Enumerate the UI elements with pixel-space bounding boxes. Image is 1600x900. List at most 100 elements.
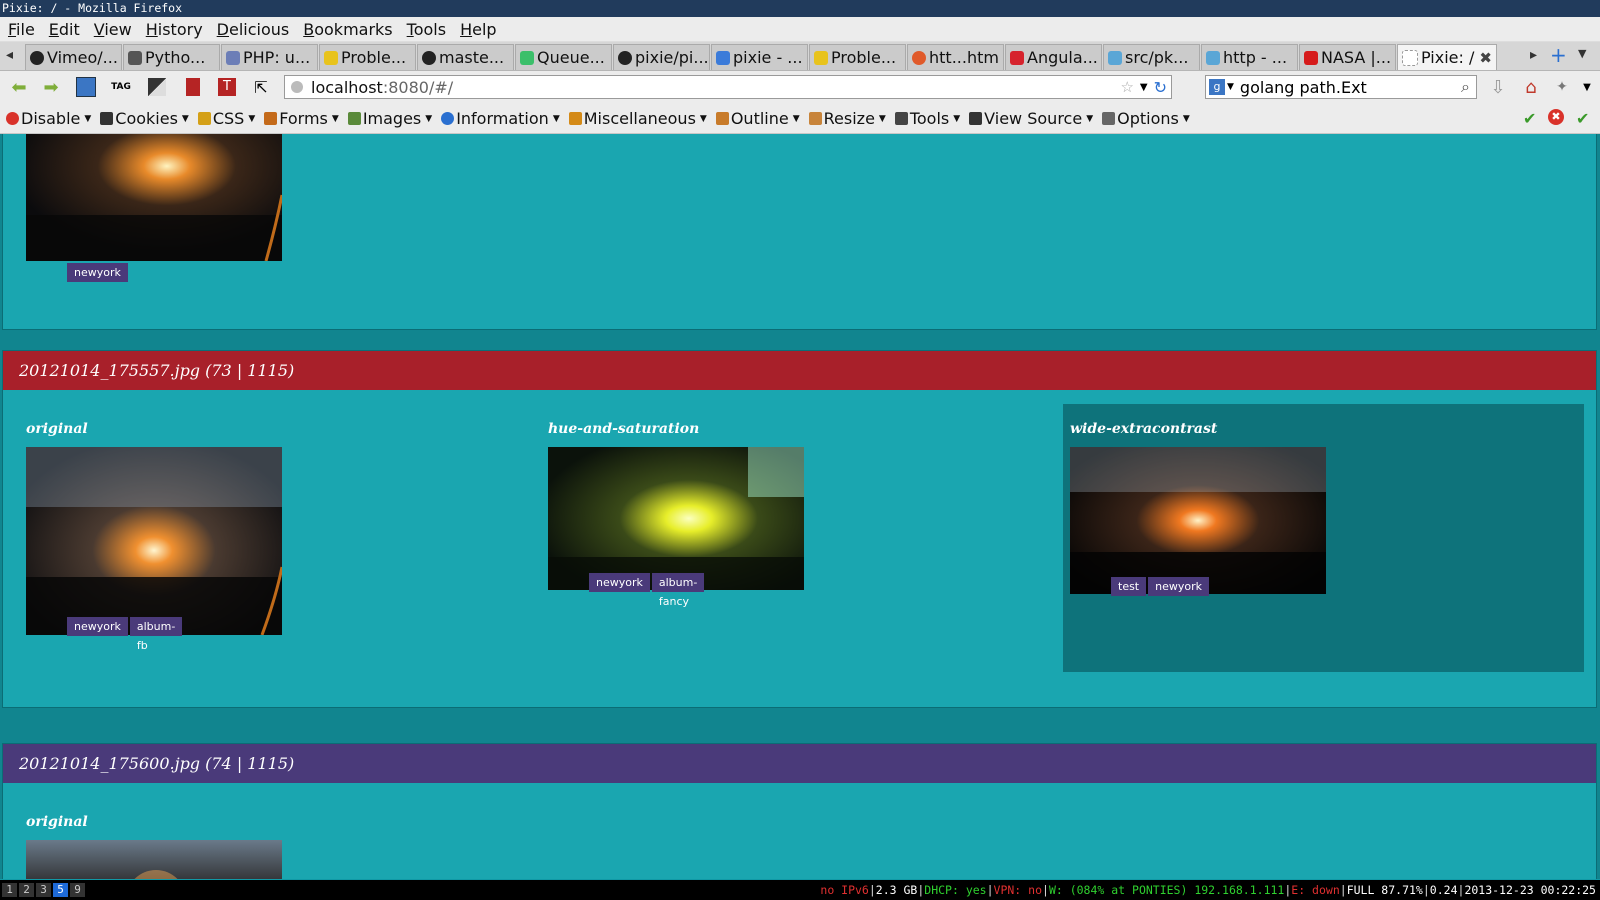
screenshot-icon[interactable] [146, 76, 168, 98]
github-icon [422, 50, 436, 65]
miscellaneous-icon [568, 112, 582, 125]
tab-angular[interactable]: Angula... [1005, 44, 1102, 70]
devtool-tools[interactable]: Tools ▼ [889, 109, 963, 128]
devtool-disable[interactable]: Disable ▼ [0, 109, 94, 128]
gopher-icon [1108, 50, 1122, 65]
variant-title: hue-and-saturation [548, 421, 700, 437]
menu-tools[interactable]: Tools [399, 20, 452, 39]
search-icon[interactable]: ⌕ [1461, 77, 1470, 97]
tag-icon[interactable]: TAG [110, 76, 132, 98]
tag[interactable]: newyork [589, 573, 650, 592]
delicious-icon[interactable]: T [216, 76, 238, 98]
forward-icon[interactable]: ➡ [40, 76, 62, 98]
variant-thumbnail[interactable] [26, 134, 282, 261]
download-icon[interactable]: ⇩ [1487, 76, 1509, 98]
site-identity-icon[interactable] [291, 81, 303, 93]
tab-pixie-github[interactable]: pixie/pi... [613, 44, 710, 70]
options-icon [1102, 112, 1116, 125]
tab-bar: ◂ Vimeo/... Pytho... PHP: u... Proble...… [0, 42, 1600, 71]
devtool-resize[interactable]: Resize ▼ [803, 109, 889, 128]
search-bar[interactable]: g ▼ golang path.Ext ⌕ [1205, 75, 1477, 99]
url-dropdown-icon[interactable]: ▼ [1140, 82, 1148, 93]
devtool-options[interactable]: Options ▼ [1096, 109, 1193, 128]
back-icon[interactable]: ⬅ [8, 76, 30, 98]
tab-problem-1[interactable]: Proble... [319, 44, 416, 70]
variant-thumbnail[interactable] [26, 447, 282, 635]
star-icon[interactable]: ☆ [1120, 78, 1133, 96]
devtool-cookies[interactable]: Cookies ▼ [94, 109, 192, 128]
html-error-icon[interactable]: ✖ [1548, 109, 1564, 125]
tab-scroll-right-icon[interactable]: ▸ [1530, 47, 1537, 63]
tab-scroll-left-icon[interactable]: ◂ [6, 47, 13, 63]
tab-list-icon[interactable]: ▼ [1578, 47, 1586, 60]
devtool-view-source[interactable]: View Source ▼ [963, 109, 1096, 128]
devtool-images[interactable]: Images ▼ [342, 109, 435, 128]
tag[interactable]: test [1111, 577, 1147, 596]
menu-history[interactable]: History [138, 20, 209, 39]
menu-help[interactable]: Help [452, 20, 502, 39]
js-valid-icon[interactable]: ✔ [1576, 109, 1589, 128]
loading-icon [912, 50, 926, 65]
youtube-icon [1304, 50, 1318, 65]
tab-pixie-active[interactable]: Pixie: / ✖ [1397, 44, 1497, 70]
tab-label: htt...htm [929, 48, 999, 67]
tab-htm[interactable]: htt...htm [907, 44, 1004, 70]
tab-problem-2[interactable]: Proble... [809, 44, 906, 70]
workspace-1[interactable]: 1 [2, 883, 17, 897]
menu-edit[interactable]: Edit [41, 20, 86, 39]
workspace-9[interactable]: 9 [70, 883, 85, 897]
share-icon[interactable]: ⇱ [250, 76, 272, 98]
book-icon[interactable] [182, 76, 204, 98]
search-input[interactable]: golang path.Ext [1240, 78, 1367, 97]
tag[interactable]: newyork [67, 617, 128, 636]
devtool-miscellaneous[interactable]: Miscellaneous ▼ [563, 109, 710, 128]
reload-icon[interactable]: ↻ [1154, 78, 1167, 97]
url-bar[interactable]: localhost:8080/#/ ☆ ▼ ↻ [284, 75, 1172, 99]
tag[interactable]: newyork [1148, 577, 1209, 596]
tag[interactable]: album-fancy [651, 573, 705, 608]
information-icon [441, 112, 455, 125]
menu-view[interactable]: View [86, 20, 138, 39]
tab-php[interactable]: PHP: u... [221, 44, 318, 70]
new-tab-icon[interactable]: + [1550, 43, 1567, 67]
tab-master[interactable]: maste... [417, 44, 514, 70]
devtool-outline[interactable]: Outline ▼ [710, 109, 803, 128]
css-icon [197, 112, 211, 125]
tab-label: Proble... [341, 48, 407, 67]
bookmark-sidebar-icon[interactable] [75, 76, 97, 98]
menu-delicious[interactable]: Delicious [209, 20, 296, 39]
tab-src-pkg[interactable]: src/pk... [1103, 44, 1200, 70]
home-icon[interactable]: ⌂ [1520, 76, 1542, 98]
toolbar-menu-icon[interactable]: ▼ [1576, 76, 1598, 98]
tag[interactable]: album-fb [129, 617, 183, 652]
tab-queue[interactable]: Queue... [515, 44, 612, 70]
variant-thumbnail[interactable] [1070, 447, 1326, 594]
tab-label: pixie - ... [733, 48, 803, 67]
tag-list: newyork album-fb [67, 617, 183, 652]
devtool-css[interactable]: CSS ▼ [192, 109, 258, 128]
menu-file[interactable]: File [0, 20, 41, 39]
tab-vimeo[interactable]: Vimeo/... [25, 44, 122, 70]
tab-nasa[interactable]: NASA |... [1299, 44, 1396, 70]
tab-python[interactable]: Pytho... [123, 44, 220, 70]
tab-http[interactable]: http - ... [1201, 44, 1298, 70]
addon-icon[interactable]: ✦ [1551, 76, 1573, 98]
image-card-title[interactable]: 20121014_175557.jpg (73 | 1115) [3, 351, 1596, 390]
image-card: 20121014_175600.jpg (74 | 1115) original [2, 743, 1597, 879]
workspace-3[interactable]: 3 [36, 883, 51, 897]
workspace-2[interactable]: 2 [19, 883, 34, 897]
google-icon[interactable]: g [1209, 79, 1225, 95]
variant-thumbnail[interactable] [26, 840, 282, 879]
tab-pixie-search[interactable]: pixie - ... [711, 44, 808, 70]
menu-bookmarks[interactable]: Bookmarks [295, 20, 398, 39]
resize-icon [808, 112, 822, 125]
workspace-5[interactable]: 5 [53, 883, 68, 897]
search-engine-dropdown-icon[interactable]: ▼ [1227, 82, 1234, 92]
variant-thumbnail[interactable] [548, 447, 804, 590]
image-card-title[interactable]: 20121014_175600.jpg (74 | 1115) [3, 744, 1596, 783]
tag[interactable]: newyork [67, 263, 128, 282]
css-valid-icon[interactable]: ✔ [1523, 109, 1536, 128]
devtool-information[interactable]: Information ▼ [435, 109, 563, 128]
close-icon[interactable]: ✖ [1479, 49, 1492, 67]
devtool-forms[interactable]: Forms ▼ [258, 109, 342, 128]
